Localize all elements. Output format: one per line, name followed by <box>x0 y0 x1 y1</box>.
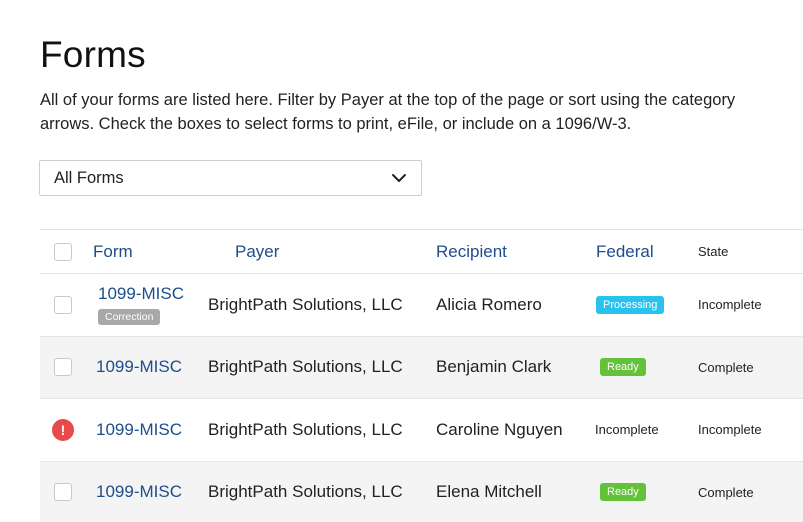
federal-status: Incomplete <box>595 422 659 438</box>
federal-status-badge: Processing <box>596 295 665 314</box>
form-link[interactable]: 1099-MISC <box>96 357 182 377</box>
form-link[interactable]: 1099-MISC <box>98 284 184 304</box>
error-icon: ! <box>52 418 74 441</box>
table-row: 1099-MISC BrightPath Solutions, LLC Benj… <box>40 336 803 399</box>
column-header-recipient[interactable]: Recipient <box>436 230 507 273</box>
payer-cell: BrightPath Solutions, LLC <box>208 357 403 377</box>
table-row: 1099-MISC Correction BrightPath Solution… <box>40 274 803 337</box>
forms-table: Form Payer Recipient Federal State 1099-… <box>40 229 803 522</box>
filter-selected-value: All Forms <box>54 168 124 187</box>
row-checkbox[interactable] <box>54 295 72 314</box>
form-link[interactable]: 1099-MISC <box>96 420 182 440</box>
state-status: Incomplete <box>698 422 762 438</box>
federal-status-badge: Ready <box>600 358 646 377</box>
form-link[interactable]: 1099-MISC <box>96 482 182 502</box>
payer-cell: BrightPath Solutions, LLC <box>208 294 403 314</box>
federal-status-badge: Ready <box>600 483 646 502</box>
page-description: All of your forms are listed here. Filte… <box>40 91 736 133</box>
column-header-federal[interactable]: Federal <box>596 230 654 273</box>
recipient-cell: Elena Mitchell <box>436 482 542 502</box>
table-header: Form Payer Recipient Federal State <box>40 229 803 274</box>
column-header-state[interactable]: State <box>698 230 728 273</box>
payer-cell: BrightPath Solutions, LLC <box>208 482 403 502</box>
chevron-down-icon <box>392 174 406 182</box>
row-checkbox[interactable] <box>54 483 72 502</box>
state-status: Complete <box>698 359 754 375</box>
correction-tag: Correction <box>98 309 161 326</box>
row-checkbox[interactable] <box>54 358 72 377</box>
page-title: Forms <box>40 34 146 75</box>
recipient-cell: Caroline Nguyen <box>436 419 563 439</box>
payer-filter-select[interactable]: All Forms <box>39 160 422 196</box>
table-row: ! 1099-MISC BrightPath Solutions, LLC Ca… <box>40 399 803 462</box>
recipient-cell: Benjamin Clark <box>436 357 552 377</box>
state-status: Incomplete <box>698 297 762 313</box>
payer-cell: BrightPath Solutions, LLC <box>208 419 403 439</box>
table-row: 1099-MISC BrightPath Solutions, LLC Elen… <box>40 461 803 522</box>
column-header-payer[interactable]: Payer <box>235 230 279 273</box>
select-all-checkbox[interactable] <box>54 242 72 261</box>
state-status: Complete <box>698 484 754 500</box>
recipient-cell: Alicia Romero <box>436 294 542 314</box>
column-header-form[interactable]: Form <box>93 230 133 273</box>
